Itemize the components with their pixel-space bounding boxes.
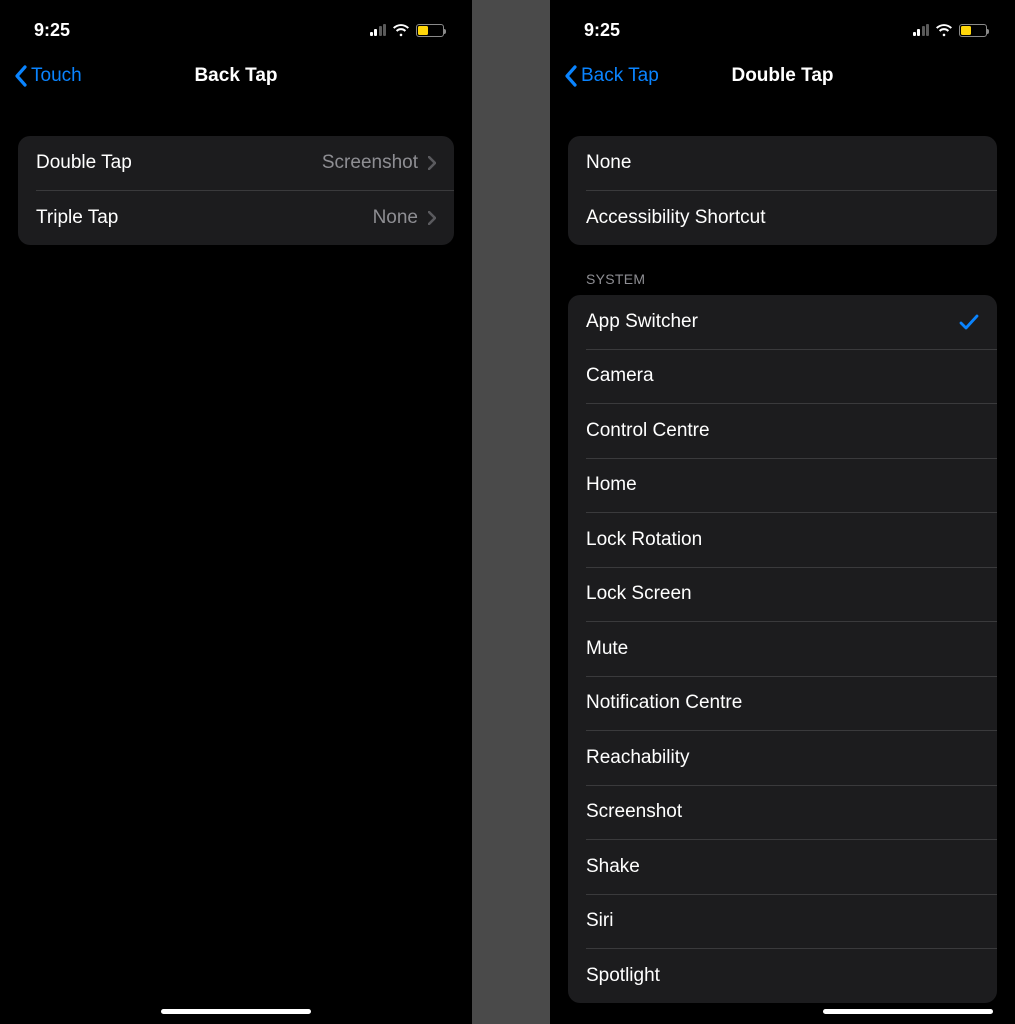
chevron-left-icon	[564, 65, 577, 87]
row-double-tap[interactable]: Double Tap Screenshot	[18, 136, 454, 190]
status-time: 9:25	[34, 20, 70, 41]
status-icons	[913, 24, 988, 37]
row-label: App Switcher	[586, 311, 698, 333]
row-label: Accessibility Shortcut	[586, 207, 766, 229]
chevron-right-icon	[428, 156, 436, 170]
status-icons	[370, 24, 445, 37]
row-label: Siri	[586, 910, 613, 932]
row-label: Screenshot	[586, 801, 682, 823]
back-label: Back Tap	[581, 65, 659, 87]
row-label: Lock Screen	[586, 583, 692, 605]
back-label: Touch	[31, 65, 82, 87]
double-tap-system-group: App Switcher Camera Control Centre Home …	[568, 295, 997, 1003]
row-label: Control Centre	[586, 420, 710, 442]
row-label: Home	[586, 474, 637, 496]
row-label: Camera	[586, 365, 654, 387]
row-value: Screenshot	[322, 152, 418, 174]
status-bar: 9:25	[550, 0, 1015, 52]
row-label: Mute	[586, 638, 628, 660]
row-label: None	[586, 152, 631, 174]
row-label: Reachability	[586, 747, 690, 769]
row-camera[interactable]: Camera	[568, 349, 997, 403]
nav-header: Back Tap Double Tap	[550, 52, 1015, 100]
wifi-icon	[935, 24, 953, 37]
row-label: Lock Rotation	[586, 529, 702, 551]
back-button[interactable]: Back Tap	[564, 65, 659, 87]
row-lock-screen[interactable]: Lock Screen	[568, 567, 997, 621]
home-indicator[interactable]	[823, 1009, 993, 1014]
battery-icon	[959, 24, 987, 37]
battery-icon	[416, 24, 444, 37]
row-spotlight[interactable]: Spotlight	[568, 949, 997, 1003]
row-siri[interactable]: Siri	[568, 894, 997, 948]
row-notification-centre[interactable]: Notification Centre	[568, 676, 997, 730]
page-title: Back Tap	[194, 65, 277, 87]
row-label: Triple Tap	[36, 207, 118, 229]
system-header: SYSTEM	[586, 271, 997, 287]
row-lock-rotation[interactable]: Lock Rotation	[568, 513, 997, 567]
row-value: None	[373, 207, 418, 229]
phone-right: 9:25 Back Tap Double Tap None Accessibil…	[550, 0, 1015, 1024]
row-triple-tap[interactable]: Triple Tap None	[18, 191, 454, 245]
row-none[interactable]: None	[568, 136, 997, 190]
double-tap-group-1: None Accessibility Shortcut	[568, 136, 997, 245]
row-label: Shake	[586, 856, 640, 878]
checkmark-icon	[959, 313, 979, 331]
nav-header: Touch Back Tap	[0, 52, 472, 100]
chevron-left-icon	[14, 65, 27, 87]
row-label: Double Tap	[36, 152, 132, 174]
phone-left: 9:25 Touch Back Tap Double Tap Screensho…	[0, 0, 472, 1024]
home-indicator[interactable]	[161, 1009, 311, 1014]
page-title: Double Tap	[731, 65, 833, 87]
row-accessibility-shortcut[interactable]: Accessibility Shortcut	[568, 191, 997, 245]
row-mute[interactable]: Mute	[568, 622, 997, 676]
chevron-right-icon	[428, 211, 436, 225]
wifi-icon	[392, 24, 410, 37]
back-button[interactable]: Touch	[14, 65, 82, 87]
status-bar: 9:25	[0, 0, 472, 52]
row-home[interactable]: Home	[568, 458, 997, 512]
row-control-centre[interactable]: Control Centre	[568, 404, 997, 458]
row-reachability[interactable]: Reachability	[568, 731, 997, 785]
cellular-icon	[913, 24, 930, 36]
row-shake[interactable]: Shake	[568, 840, 997, 894]
row-screenshot[interactable]: Screenshot	[568, 785, 997, 839]
row-app-switcher[interactable]: App Switcher	[568, 295, 997, 349]
row-label: Notification Centre	[586, 692, 742, 714]
cellular-icon	[370, 24, 387, 36]
status-time: 9:25	[584, 20, 620, 41]
back-tap-group: Double Tap Screenshot Triple Tap None	[18, 136, 454, 245]
row-label: Spotlight	[586, 965, 660, 987]
